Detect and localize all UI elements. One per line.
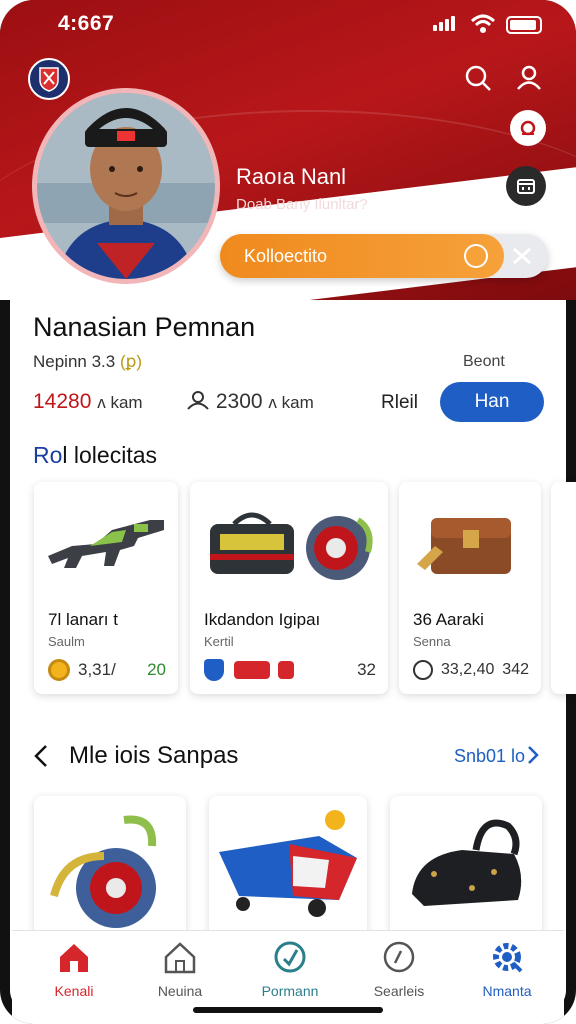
chest-icon: [417, 518, 511, 574]
card-title: 36 Aaraki: [413, 610, 484, 629]
stat-secondary-value: 2300: [215, 390, 263, 413]
nav-item-kenali[interactable]: Kenali: [29, 939, 119, 999]
card-count: 20: [147, 660, 166, 679]
card-title: 7Ɩ lanarı t: [48, 610, 118, 629]
stat-secondary: 2300 ʌ kam: [186, 390, 314, 414]
close-icon[interactable]: [510, 245, 534, 267]
collection-title: Rol lolecitas: [33, 442, 157, 469]
nav-label: Neuina: [157, 983, 203, 999]
chevron-right-icon: [528, 746, 539, 764]
collection-label: Kolloectito: [244, 246, 328, 266]
card-price: 33,2,40: [441, 661, 495, 678]
collection-card-partial[interactable]: [551, 482, 576, 694]
card-count: 342: [502, 661, 529, 678]
person-icon: [187, 391, 209, 410]
helmet-bag-icon: [412, 819, 522, 906]
coin-icon: [48, 659, 70, 681]
section-title: Nanasian Pemnan: [33, 312, 256, 342]
status-bar: 4:667: [0, 10, 576, 38]
player-name: Raoıa Nanl: [236, 164, 347, 189]
phone-screen: 4:667 Raoıa Nanl Doab Bany Ilunltar? Kol…: [0, 0, 576, 1024]
club-badge-icon[interactable]: [28, 58, 70, 100]
coin-outline-icon: [413, 660, 433, 680]
stat-primary-value: 14280: [33, 390, 92, 413]
cart-icon: [219, 810, 357, 917]
card-price: 3,31/: [78, 660, 116, 679]
stat-primary: 14280 ʌ kam: [33, 390, 143, 414]
more-section-title: Mle iois Sanpas: [69, 742, 239, 769]
section-subtitle: Nepinn 3.3 (ꝑ): [33, 352, 142, 372]
card-footer: 33,2,40 342: [413, 658, 529, 682]
notification-button[interactable]: [510, 110, 546, 146]
see-all-link[interactable]: Snb01 lo: [454, 745, 539, 767]
collection-card[interactable]: Ikdandon Igipaı Kertil 32: [190, 482, 388, 694]
more-item-card[interactable]: [390, 796, 542, 936]
settings-icon: [493, 943, 523, 973]
rel-label: Rleil: [381, 392, 418, 413]
see-all-label: Snb01 lo: [454, 746, 526, 766]
coin-icon: [464, 244, 488, 268]
han-button[interactable]: Han: [440, 382, 544, 422]
profile-menu-icon[interactable]: [512, 60, 546, 94]
home-indicator[interactable]: [193, 1007, 383, 1013]
badge-icon: [274, 941, 306, 973]
card-type: Senna: [413, 634, 451, 649]
collection-card[interactable]: 36 Aaraki Senna 33,2,40 342: [399, 482, 541, 694]
rifle-icon: [48, 520, 164, 568]
calendar-button[interactable]: [506, 166, 546, 206]
red-tag-icon: [234, 661, 270, 679]
search-icon[interactable]: [462, 62, 494, 94]
collection-card[interactable]: 7Ɩ lanarı t Saulm 3,31/ 20: [34, 482, 178, 694]
stat-secondary-unit: ʌ kam: [268, 393, 314, 412]
stat-primary-unit: ʌ kam: [97, 393, 143, 412]
status-time: 4:667: [58, 12, 115, 35]
red-tag-icon: [278, 661, 294, 679]
collection-title-prefix: Ro: [33, 442, 63, 468]
collection-title-rest: l lolecitas: [62, 442, 158, 468]
card-title: Ikdandon Igipaı: [204, 610, 321, 629]
kit-bag-icon: [210, 512, 373, 580]
battery-icon: [506, 16, 542, 34]
more-item-card[interactable]: [209, 796, 367, 936]
bell-icon: [520, 120, 536, 136]
nav-label: Kenali: [54, 983, 94, 999]
search-circle-icon: [383, 941, 415, 973]
calendar-icon: [517, 179, 535, 194]
subtitle-highlight: (ꝑ): [119, 352, 143, 371]
card-type: Kertil: [204, 634, 234, 649]
collection-progress-bar[interactable]: Kolloectito: [220, 234, 548, 278]
player-avatar: [32, 88, 220, 284]
wifi-icon: [470, 14, 496, 33]
card-count: 32: [357, 660, 376, 679]
signal-icon: [433, 16, 455, 31]
home-icon: [60, 944, 88, 972]
wheel-trophy-icon: [50, 815, 157, 928]
nav-label: Pormann: [261, 983, 319, 999]
card-footer: 32: [204, 658, 376, 682]
nav-item-searleis[interactable]: Searleis: [354, 939, 444, 999]
card-footer: 3,31/ 20: [48, 658, 166, 682]
subtitle-text: Nepinn 3.3: [33, 352, 120, 371]
more-item-card[interactable]: [34, 796, 186, 936]
collection-carousel[interactable]: 7Ɩ lanarı t Saulm 3,31/ 20 Ikdandon Igip…: [0, 482, 576, 702]
more-items-carousel[interactable]: [0, 796, 576, 936]
nav-label: Searleis: [373, 983, 425, 999]
chevron-left-icon[interactable]: [33, 744, 49, 768]
nav-label: Nmanta: [482, 983, 532, 999]
house-outline-icon: [164, 942, 196, 974]
card-type: Saulm: [48, 634, 85, 649]
nav-item-neuina[interactable]: Neuina: [135, 939, 225, 999]
shield-icon: [204, 659, 224, 681]
player-subtitle: Doab Bany Ilunltar?: [236, 196, 368, 213]
nav-item-pormann[interactable]: Pormann: [245, 939, 335, 999]
nav-item-nmanta[interactable]: Nmanta: [462, 939, 552, 999]
section-side-label: Beont: [463, 353, 505, 370]
